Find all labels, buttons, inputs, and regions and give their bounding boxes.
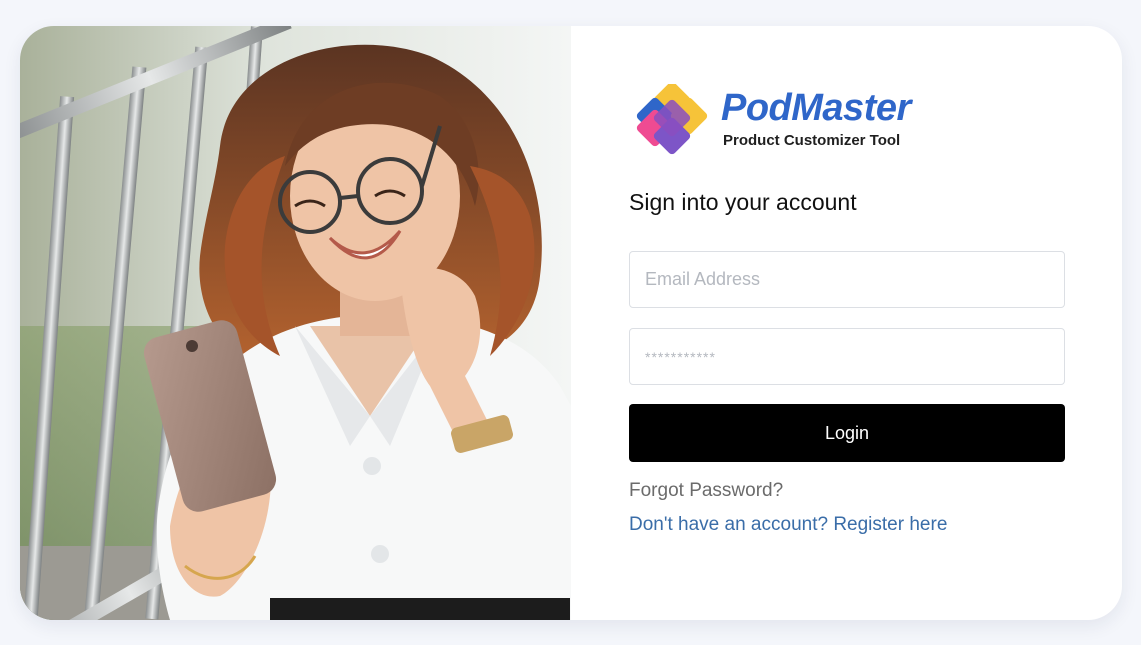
- register-link[interactable]: Don't have an account? Register here: [629, 514, 947, 536]
- form-heading: Sign into your account: [629, 189, 857, 215]
- forgot-password-link[interactable]: Forgot Password?: [629, 480, 783, 502]
- hero-photo: [20, 26, 571, 620]
- login-button[interactable]: Login: [629, 404, 1065, 462]
- brand-logo: PodMaster Product Customizer Tool: [633, 84, 911, 156]
- brand-tagline: Product Customizer Tool: [723, 132, 901, 149]
- email-field[interactable]: [629, 251, 1065, 308]
- login-form-panel: PodMaster Product Customizer Tool Sign i…: [571, 26, 1122, 620]
- person-with-phone-photo-icon: [20, 26, 571, 620]
- podmaster-logo-icon: [636, 84, 708, 155]
- logo-text: PodMaster Product Customizer Tool: [721, 84, 911, 149]
- password-field[interactable]: [629, 328, 1065, 385]
- brand-name: PodMaster: [721, 87, 911, 129]
- login-card: PodMaster Product Customizer Tool Sign i…: [20, 26, 1122, 620]
